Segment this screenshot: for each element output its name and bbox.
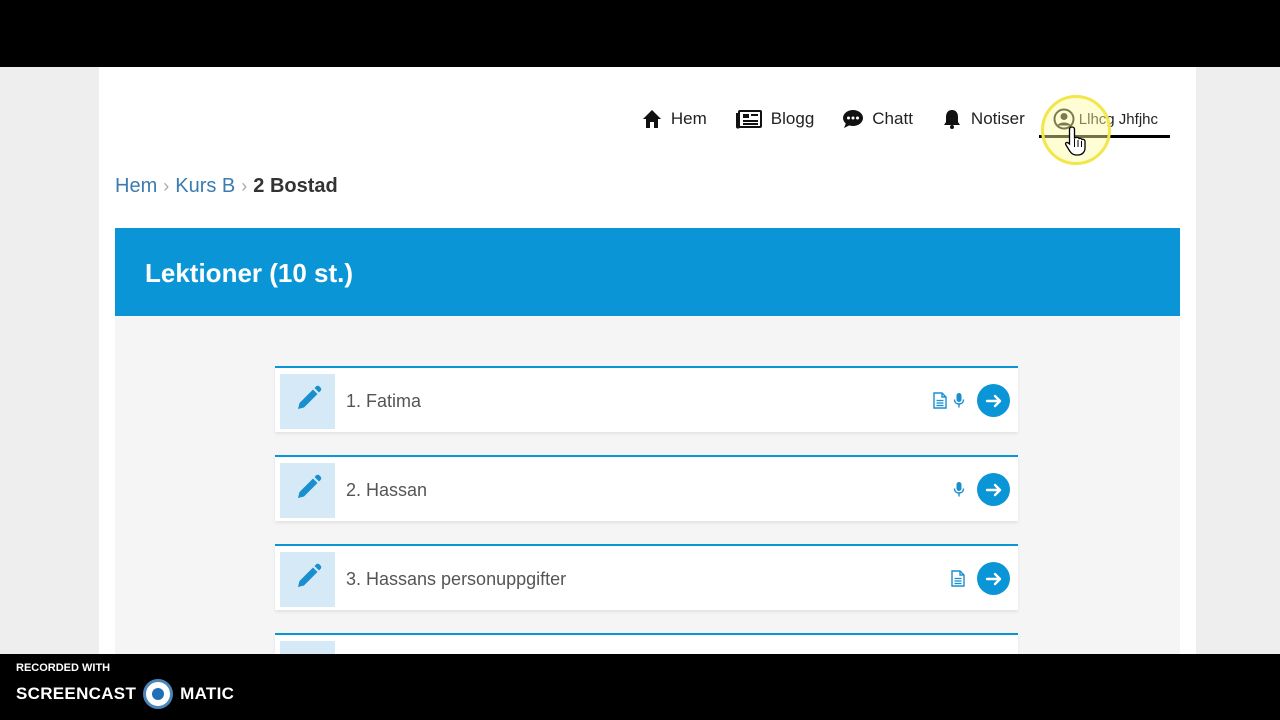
newspaper-icon [735, 108, 763, 130]
lesson-item[interactable]: 3. Hassans personuppgifter [275, 544, 1018, 610]
chat-icon [842, 108, 864, 130]
edit-button[interactable] [280, 641, 335, 654]
microphone-icon [953, 481, 965, 498]
lesson-icons [953, 473, 1010, 506]
breadcrumb-link-hem[interactable]: Hem [115, 175, 157, 198]
brand-left: SCREENCAST [16, 684, 137, 703]
recorder-top-bar [0, 0, 1280, 67]
open-lesson-button[interactable] [977, 384, 1010, 417]
record-dot-icon [143, 679, 174, 709]
lesson-icons [951, 562, 1010, 595]
panel-title: Lektioner (10 st.) [145, 258, 354, 288]
bell-icon [941, 108, 963, 130]
lesson-item-partial[interactable] [275, 633, 1018, 654]
lesson-item[interactable]: 1. Fatima [275, 366, 1018, 432]
nav-label-hem: Hem [670, 109, 707, 128]
lesson-title: 1. Fatima [346, 391, 422, 411]
recorded-with-text: RECORDED WITH [16, 662, 111, 674]
hand-cursor-icon [1064, 125, 1090, 162]
lessons-panel-header: Lektioner (10 st.) [115, 228, 1180, 316]
lessons-panel-body: 1. Fatima 2. Hassan 3. Hassans personupp… [115, 316, 1180, 654]
brand-right: MATIC [180, 684, 235, 703]
screencast-matic-logo: SCREENCAST MATIC [16, 679, 234, 709]
nav-item-blogg[interactable]: Blogg [735, 108, 814, 130]
pencil-icon [294, 385, 322, 418]
breadcrumb: Hem › Kurs B › 2 Bostad [115, 175, 338, 198]
nav-item-notiser[interactable]: Notiser [941, 108, 1025, 130]
pencil-icon [294, 563, 322, 596]
nav-label-blogg: Blogg [770, 109, 815, 128]
arrow-right-icon [985, 394, 1001, 407]
document-icon [951, 570, 965, 587]
browser-viewport: Hem Blogg Chatt Notiser Llhcg Jhfjhc Hem… [0, 67, 1280, 654]
chevron-right-icon: › [241, 176, 248, 196]
nav-item-hem[interactable]: Hem [641, 108, 707, 130]
edit-button[interactable] [280, 552, 335, 607]
lesson-title: 2. Hassan [346, 480, 428, 500]
page-container: Hem Blogg Chatt Notiser Llhcg Jhfjhc Hem… [99, 67, 1196, 654]
arrow-right-icon [985, 572, 1001, 585]
recorder-watermark-bar: RECORDED WITH SCREENCAST MATIC [0, 654, 1280, 720]
lesson-icons [933, 384, 1010, 417]
breadcrumb-link-kurs[interactable]: Kurs B [175, 175, 235, 198]
arrow-right-icon [985, 483, 1001, 496]
document-icon [933, 392, 947, 409]
open-lesson-button[interactable] [977, 473, 1010, 506]
chevron-right-icon: › [163, 176, 170, 196]
home-icon [641, 108, 663, 130]
lesson-title: 3. Hassans personuppgifter [346, 569, 567, 589]
breadcrumb-current: 2 Bostad [253, 175, 338, 197]
nav-label-notiser: Notiser [970, 109, 1025, 128]
edit-button[interactable] [280, 463, 335, 518]
nav-label-chatt: Chatt [872, 109, 913, 128]
pencil-icon [294, 474, 322, 507]
edit-button[interactable] [280, 374, 335, 429]
lesson-item[interactable]: 2. Hassan [275, 455, 1018, 521]
open-lesson-button[interactable] [977, 562, 1010, 595]
microphone-icon [953, 392, 965, 409]
nav-item-chatt[interactable]: Chatt [842, 108, 913, 130]
